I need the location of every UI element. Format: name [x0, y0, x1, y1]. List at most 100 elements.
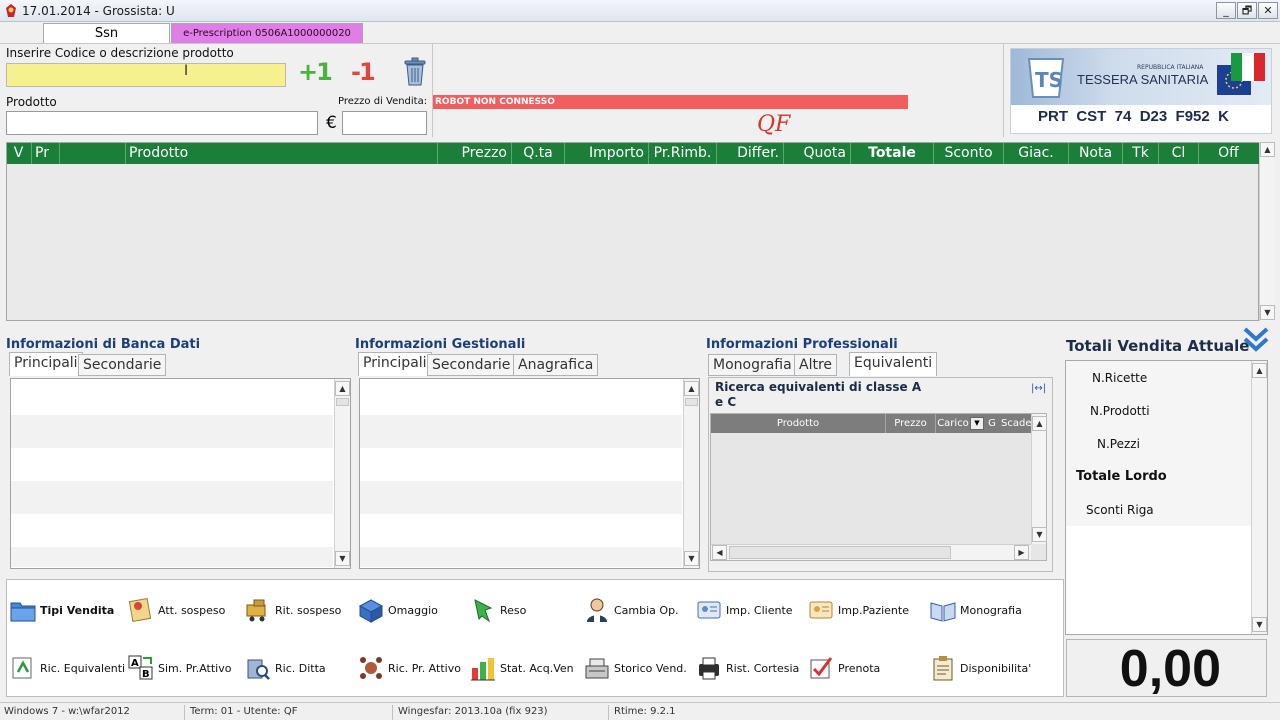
double-chevron-down-icon[interactable]	[1242, 326, 1270, 354]
col-qta[interactable]: Q.ta	[511, 143, 564, 164]
ric-equivalenti-button[interactable]: Ric. Equivalenti	[9, 640, 126, 696]
tab-gest-secondarie[interactable]: Secondarie	[427, 354, 516, 376]
sale-grid[interactable]: V Pr Prodotto Prezzo Q.ta Importo Pr.Rim…	[6, 142, 1260, 321]
grid-scrollbar[interactable]: ▲ ▼	[1259, 142, 1275, 321]
col-giac[interactable]: Giac.	[1003, 143, 1068, 164]
storico-vend-button[interactable]: Storico Vend.	[583, 640, 695, 696]
disponibilita-button[interactable]: Disponibilita'	[929, 640, 1059, 696]
minimize-button[interactable]: _	[1216, 2, 1236, 19]
row-stripe	[360, 481, 682, 514]
col-prezzo[interactable]: Prezzo	[437, 143, 511, 164]
col-tk[interactable]: Tk	[1122, 143, 1158, 164]
expand-icon[interactable]: |↔|	[1031, 383, 1046, 394]
monografia-label: Monografia	[960, 603, 1022, 617]
scroll-left-arrow[interactable]: ◀	[712, 545, 727, 560]
sim-pr-attivo-label: Sim. Pr.Attivo	[158, 661, 232, 675]
totals-scrollbar[interactable]: ▲ ▼	[1251, 361, 1267, 634]
svg-text:TS: TS	[1035, 68, 1063, 92]
stat-acq-ven-button[interactable]: Stat. Acq.Ven	[469, 640, 581, 696]
card-code: PRT CST 74 D23 F952 K	[1038, 108, 1229, 125]
ric-pr-attivo-button[interactable]: Ric. Pr. Attivo	[357, 640, 469, 696]
banca-dati-panel[interactable]: ▲ ▼	[10, 378, 351, 569]
tab-prof-monografia[interactable]: Monografia	[708, 354, 797, 376]
dropdown-arrow-icon[interactable]: ▼	[970, 417, 984, 430]
tab-prof-equivalenti[interactable]: Equivalenti	[849, 352, 938, 376]
tab-prof-altre[interactable]: Altre	[794, 354, 838, 376]
ric-ditta-button[interactable]: Ric. Ditta	[244, 640, 359, 696]
separator	[432, 44, 433, 137]
col-v[interactable]: V	[7, 143, 30, 164]
scroll-right-arrow[interactable]: ▶	[1014, 545, 1029, 560]
equivalenti-panel: Ricerca equivalenti di classe A e C |↔| …	[708, 377, 1053, 572]
rit-sospeso-label: Rit. sospeso	[275, 603, 342, 617]
scroll-down-arrow[interactable]: ▼	[684, 551, 699, 566]
equiv-vscroll[interactable]: ▲ ▼	[1031, 414, 1047, 544]
tab-bd-principali[interactable]: Principali	[9, 352, 83, 376]
equiv-hscroll[interactable]: ◀ ▶	[711, 544, 1031, 560]
scrollbar[interactable]: ▲ ▼	[683, 379, 699, 568]
att-sospeso-button[interactable]: Att. sospeso	[127, 582, 242, 638]
tipi-vendita-button[interactable]: Tipi Vendita	[9, 582, 124, 638]
col-nota[interactable]: Nota	[1068, 143, 1122, 164]
scroll-down-arrow[interactable]: ▼	[1252, 617, 1267, 632]
monografia-button[interactable]: Monografia	[929, 582, 1059, 638]
scroll-up-arrow[interactable]: ▲	[1252, 363, 1267, 378]
scroll-up-arrow[interactable]: ▲	[335, 381, 350, 396]
scroll-thumb[interactable]	[729, 546, 951, 559]
prenota-button[interactable]: Prenota	[807, 640, 927, 696]
scroll-up-arrow[interactable]: ▲	[1260, 142, 1275, 157]
scroll-thumb[interactable]	[336, 398, 349, 406]
omaggio-button[interactable]: Omaggio	[357, 582, 469, 638]
equiv-col-scade[interactable]: Scade	[1001, 414, 1031, 433]
col-quota[interactable]: Quota	[783, 143, 850, 164]
price-field[interactable]	[342, 111, 427, 135]
scroll-down-arrow[interactable]: ▼	[1032, 527, 1047, 542]
col-differ[interactable]: Differ.	[716, 143, 783, 164]
restore-button[interactable]: 🗗	[1237, 2, 1257, 19]
tab-ssn[interactable]: Ssn	[43, 23, 170, 43]
trash-icon[interactable]	[403, 57, 427, 87]
scroll-up-arrow[interactable]: ▲	[684, 381, 699, 396]
operator-tag: QF	[757, 112, 791, 137]
ric-equivalenti-label: Ric. Equivalenti	[40, 661, 126, 675]
equiv-col-carico[interactable]: Carico	[936, 414, 970, 433]
equiv-grid[interactable]: Prodotto Prezzo Carico ▼ G Scade ▲ ▼ ◀ ▶	[710, 413, 1047, 561]
title-bar: 17.01.2014 - Grossista: U _ 🗗 ✕	[0, 0, 1280, 22]
col-pr[interactable]: Pr	[31, 143, 59, 164]
col-cl[interactable]: Cl	[1158, 143, 1198, 164]
col-prodotto[interactable]: Prodotto	[125, 143, 437, 164]
sim-pr-attivo-button[interactable]: AB Sim. Pr.Attivo	[127, 640, 242, 696]
plus-one-button[interactable]: +1	[298, 58, 333, 86]
imp-paziente-button[interactable]: Imp.Paziente	[807, 582, 927, 638]
scroll-down-arrow[interactable]: ▼	[1260, 305, 1275, 320]
product-field[interactable]	[6, 111, 318, 135]
search-input[interactable]	[6, 63, 286, 87]
scroll-down-arrow[interactable]: ▼	[335, 551, 350, 566]
reso-button[interactable]: Reso	[469, 582, 581, 638]
gestionali-panel[interactable]: ▲ ▼	[359, 378, 700, 569]
row-stripe	[11, 415, 333, 448]
tab-gest-anagrafica[interactable]: Anagrafica	[513, 354, 599, 376]
n-pezzi-label: N.Pezzi	[1097, 437, 1140, 451]
col-sconto[interactable]: Sconto	[933, 143, 1003, 164]
rist-cortesia-button[interactable]: Rist. Cortesia	[695, 640, 807, 696]
tab-eprescription[interactable]: e-Prescription 0506A1000000020	[171, 23, 363, 43]
scroll-up-arrow[interactable]: ▲	[1032, 416, 1047, 431]
col-totale[interactable]: Totale	[850, 143, 933, 164]
col-off[interactable]: Off	[1198, 143, 1258, 164]
cambia-op-button[interactable]: Cambia Op.	[583, 582, 695, 638]
scroll-thumb[interactable]	[685, 398, 698, 406]
rit-sospeso-button[interactable]: Rit. sospeso	[244, 582, 359, 638]
rist-cortesia-label: Rist. Cortesia	[726, 661, 800, 675]
col-importo[interactable]: Importo	[564, 143, 648, 164]
imp-cliente-button[interactable]: Imp. Cliente	[695, 582, 807, 638]
minus-one-button[interactable]: -1	[351, 58, 376, 86]
tab-gest-principali[interactable]: Principali	[358, 352, 432, 376]
equiv-col-prezzo[interactable]: Prezzo	[886, 414, 936, 433]
equiv-col-g[interactable]: G	[985, 414, 999, 433]
scrollbar[interactable]: ▲ ▼	[334, 379, 350, 568]
col-prrimb[interactable]: Pr.Rimb.	[648, 143, 716, 164]
tab-bd-secondarie[interactable]: Secondarie	[78, 354, 167, 376]
close-button[interactable]: ✕	[1258, 2, 1278, 19]
equiv-col-prodotto[interactable]: Prodotto	[711, 414, 886, 433]
